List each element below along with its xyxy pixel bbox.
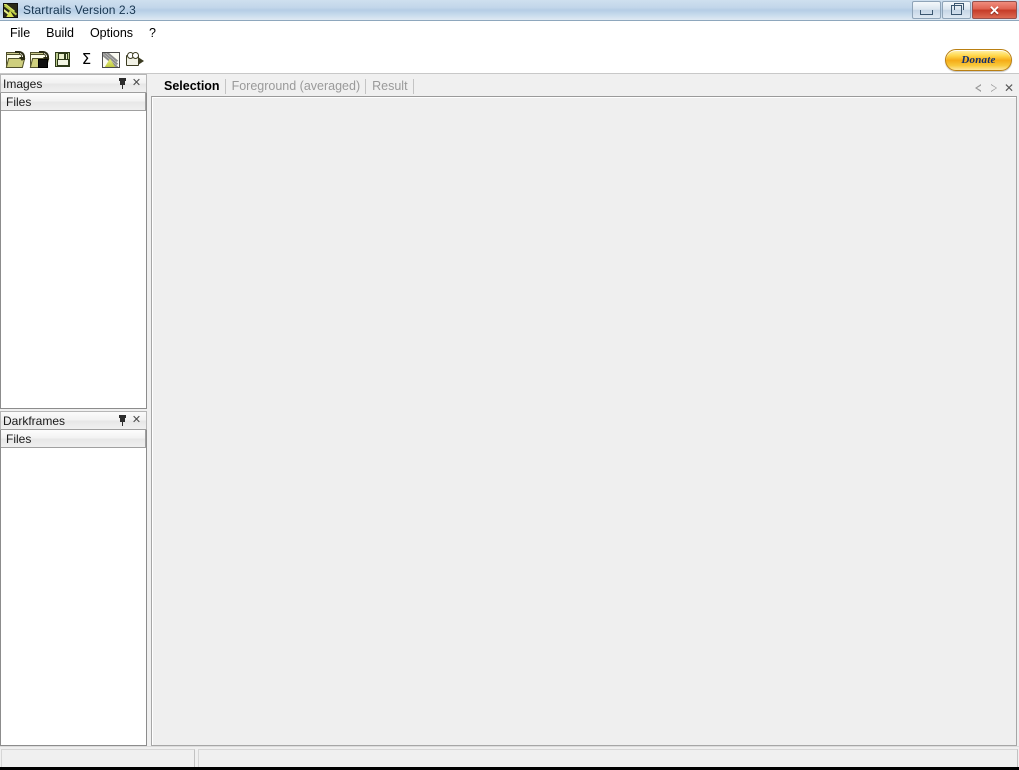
open-folder-dark-icon	[29, 51, 49, 68]
close-icon: ✕	[131, 77, 142, 89]
tab-page-selection[interactable]	[151, 96, 1017, 746]
close-button[interactable]: ✕	[972, 1, 1017, 19]
toolbar-save-button[interactable]	[52, 49, 73, 70]
tab-close-icon[interactable]: ✕	[1004, 82, 1014, 94]
pin-icon	[118, 78, 127, 89]
minimize-icon	[920, 9, 933, 15]
darkframes-panel-pin-button[interactable]	[116, 414, 129, 428]
scroll-right-arrow-icon[interactable]	[989, 83, 998, 93]
window-controls: ✕	[912, 1, 1017, 19]
toolbar-open-darkframes-button[interactable]	[28, 49, 49, 70]
toolbar-startrails-button[interactable]	[100, 49, 121, 70]
sigma-icon: Σ	[81, 50, 92, 68]
status-pane-right	[198, 749, 1018, 768]
tab-separator	[412, 79, 414, 94]
tab-foreground-averaged[interactable]: Foreground (averaged)	[226, 77, 367, 96]
title-bar: Startrails Version 2.3 ✕	[0, 0, 1019, 21]
restore-button[interactable]	[942, 1, 971, 19]
body-area: Images ✕ Files Darkframes ✕ Files Select…	[0, 74, 1019, 746]
startrails-app-icon	[3, 2, 18, 18]
darkframes-panel-caption: Darkframes ✕	[0, 411, 147, 430]
close-icon: ✕	[131, 414, 142, 426]
donate-area: Donate	[945, 49, 1012, 71]
restore-icon	[951, 3, 964, 15]
tab-result-label: Result	[372, 79, 408, 93]
darkframes-list-rows[interactable]	[1, 448, 146, 745]
status-pane-left	[1, 749, 195, 768]
darkframes-column-files[interactable]: Files	[1, 430, 145, 447]
tab-selection-label: Selection	[164, 79, 220, 93]
tab-foreground-averaged-label: Foreground (averaged)	[231, 79, 361, 93]
window-title: Startrails Version 2.3	[23, 3, 136, 17]
images-panel-pin-button[interactable]	[116, 77, 129, 91]
menu-build[interactable]: Build	[38, 23, 82, 44]
images-panel: Images ✕ Files	[0, 74, 147, 409]
darkframes-panel-close-button[interactable]: ✕	[130, 414, 143, 428]
darkframes-file-list[interactable]: Files	[0, 430, 147, 746]
save-floppy-icon	[55, 52, 70, 67]
darkframes-panel-title: Darkframes	[3, 413, 66, 428]
images-file-list[interactable]: Files	[0, 93, 147, 409]
toolbar-video-button[interactable]	[124, 49, 145, 70]
images-column-files[interactable]: Files	[1, 93, 145, 110]
tab-selection[interactable]: Selection	[158, 77, 226, 96]
pin-icon	[118, 415, 127, 426]
menu-bar: File Build Options ?	[0, 21, 1019, 46]
video-camera-icon	[125, 52, 144, 66]
images-list-rows[interactable]	[1, 111, 146, 408]
donate-button[interactable]: Donate	[945, 49, 1012, 71]
menu-file[interactable]: File	[2, 23, 38, 44]
darkframes-panel: Darkframes ✕ Files	[0, 411, 147, 746]
application-window: Startrails Version 2.3 ✕ File Build Opti…	[0, 0, 1019, 770]
toolbar-open-images-button[interactable]	[4, 49, 25, 70]
main-area: Selection Foreground (averaged) Result ✕	[151, 74, 1019, 746]
darkframes-list-header: Files	[1, 430, 146, 448]
menu-help[interactable]: ?	[141, 23, 164, 44]
left-dock: Images ✕ Files Darkframes ✕ Files	[0, 74, 147, 746]
toolbar: Σ Donate	[0, 46, 1019, 74]
minimize-button[interactable]	[912, 1, 941, 19]
donate-label: Donate	[961, 54, 996, 66]
images-list-header: Files	[1, 93, 146, 111]
startrails-image-icon	[101, 51, 120, 68]
tab-result[interactable]: Result	[366, 77, 414, 96]
scroll-left-arrow-icon[interactable]	[974, 83, 983, 93]
close-icon: ✕	[989, 2, 1000, 18]
images-panel-title: Images	[3, 76, 43, 91]
tab-strip: Selection Foreground (averaged) Result ✕	[151, 74, 1017, 96]
open-folder-icon	[5, 51, 25, 68]
images-panel-caption: Images ✕	[0, 74, 147, 93]
menu-options[interactable]: Options	[82, 23, 141, 44]
tab-strip-controls: ✕	[974, 82, 1017, 96]
toolbar-build-button[interactable]: Σ	[76, 49, 97, 70]
images-panel-close-button[interactable]: ✕	[130, 77, 143, 91]
